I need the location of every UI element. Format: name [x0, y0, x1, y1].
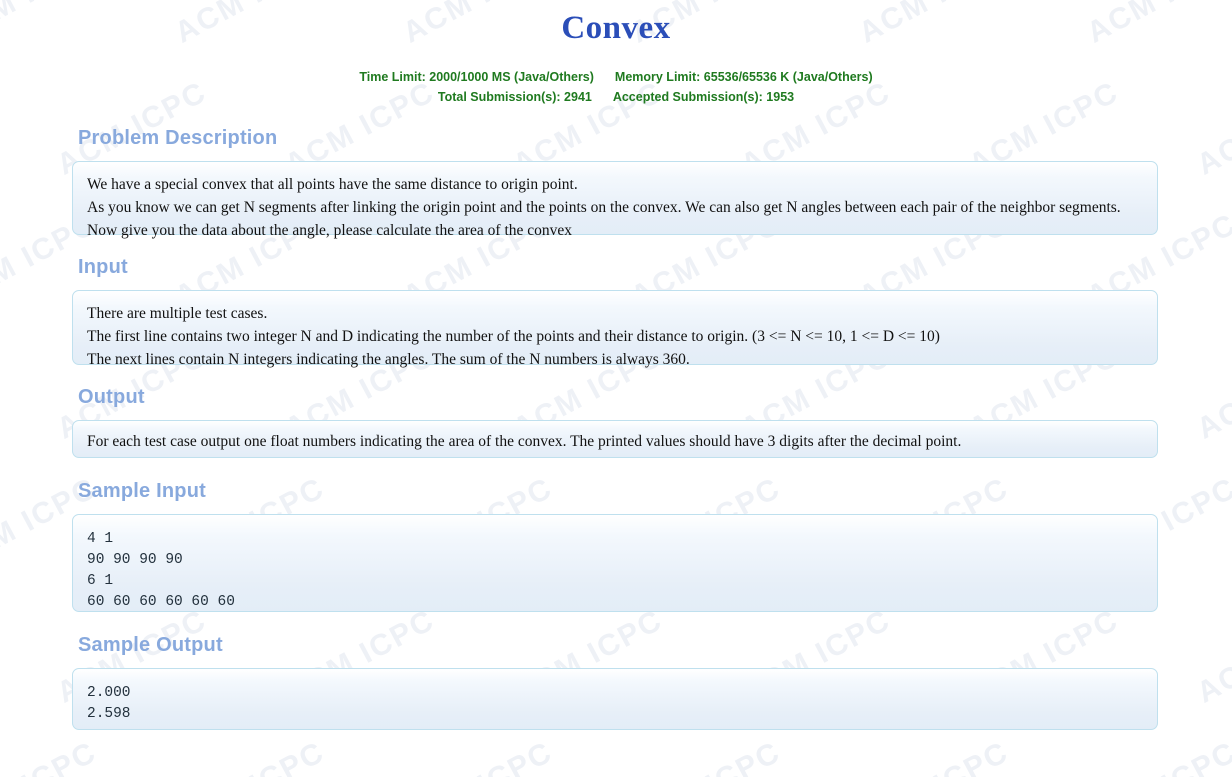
limits-row-1: Time Limit: 2000/1000 MS (Java/Others) M…: [0, 68, 1232, 87]
problem-page: Convex Time Limit: 2000/1000 MS (Java/Ot…: [0, 0, 1232, 777]
section-header-sample-input: Sample Input: [78, 480, 206, 502]
title-block: Convex: [0, 0, 1232, 49]
accepted-submissions-text: Accepted Submission(s): 1953: [612, 89, 795, 104]
section-header-sample-output: Sample Output: [78, 634, 223, 656]
section-output: Output For each test case output one flo…: [0, 365, 1232, 458]
input-line: The first line contains two integer N an…: [87, 327, 940, 345]
panel-output: For each test case output one float numb…: [72, 420, 1158, 458]
output-line: For each test case output one float numb…: [87, 433, 962, 450]
problem-limits: Time Limit: 2000/1000 MS (Java/Others) M…: [0, 68, 1232, 107]
section-input: Input There are multiple test cases. The…: [0, 235, 1232, 368]
section-header-input: Input: [78, 256, 128, 278]
panel-problem-description: We have a special convex that all points…: [72, 161, 1158, 239]
section-sample-output: Sample Output 2.000 2.598: [0, 612, 1232, 730]
section-sample-input: Sample Input 4 1 90 90 90 90 6 1 60 60 6…: [0, 458, 1232, 612]
section-problem-description: Problem Description We have a special co…: [0, 107, 1232, 239]
sample-output-text: 2.000 2.598: [87, 685, 131, 723]
limits-row-2: Total Submission(s): 2941 Accepted Submi…: [0, 88, 1232, 107]
description-line: As you know we can get N segments after …: [87, 198, 1121, 216]
input-line: There are multiple test cases.: [87, 305, 268, 322]
section-header-output: Output: [78, 386, 145, 408]
panel-sample-input: 4 1 90 90 90 90 6 1 60 60 60 60 60 60: [72, 514, 1158, 612]
sample-input-text: 4 1 90 90 90 90 6 1 60 60 60 60 60 60: [87, 531, 235, 611]
problem-description-body: We have a special convex that all points…: [87, 174, 1143, 242]
section-header-problem-description: Problem Description: [78, 127, 278, 149]
total-submissions-text: Total Submission(s): 2941: [437, 89, 592, 104]
page-title: Convex: [561, 10, 671, 46]
panel-sample-output: 2.000 2.598: [72, 668, 1158, 730]
output-body: For each test case output one float numb…: [87, 431, 1143, 454]
time-limit-text: Time Limit: 2000/1000 MS (Java/Others): [359, 70, 594, 85]
panel-input: There are multiple test cases. The first…: [72, 290, 1158, 368]
description-line: We have a special convex that all points…: [87, 176, 578, 193]
memory-limit-text: Memory Limit: 65536/65536 K (Java/Others…: [614, 70, 873, 85]
input-body: There are multiple test cases. The first…: [87, 303, 1143, 371]
